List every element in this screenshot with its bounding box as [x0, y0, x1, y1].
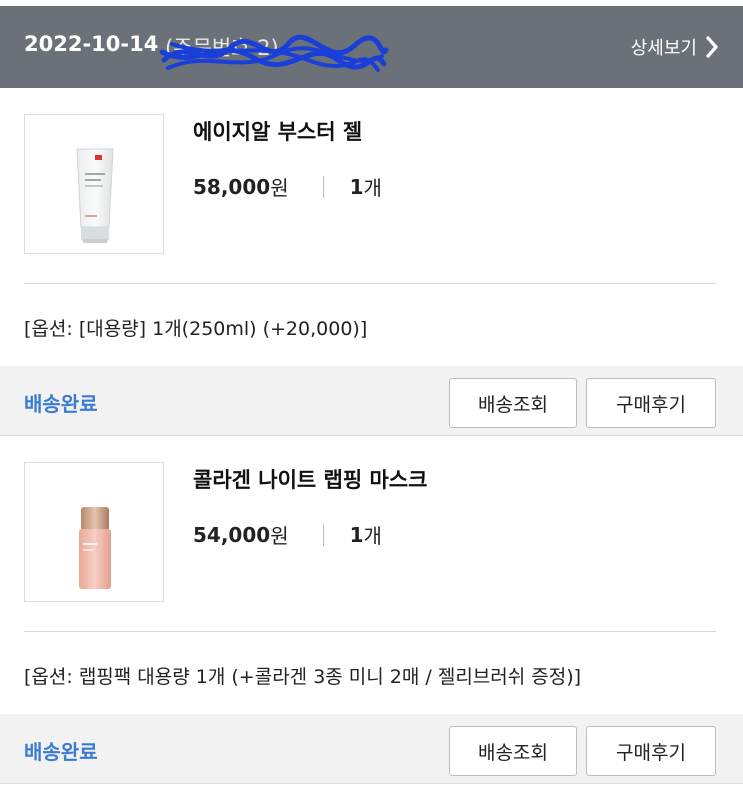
write-review-button[interactable]: 구매후기 — [586, 726, 716, 776]
product-price: 58,000 — [193, 174, 271, 199]
price-row: 58,000 원 1 개 — [193, 172, 382, 201]
bottle-product-image — [79, 507, 111, 589]
order-header: 2022-10-14 (주문번호 2) 상세보기 — [0, 0, 743, 88]
redaction-scribble — [159, 34, 389, 72]
detail-label: 상세보기 — [630, 38, 697, 59]
detail-link[interactable]: 상세보기 — [631, 34, 719, 60]
track-shipment-button[interactable]: 배송조회 — [449, 726, 577, 776]
order-item: 에이지알 부스터 젤 58,000 원 1 개 [옵션: [대용량] 1개(25… — [0, 88, 743, 436]
product-price: 54,000 — [193, 522, 271, 547]
product-option: [옵션: [대용량] 1개(250ml) (+20,000)] — [24, 318, 368, 340]
item-divider — [24, 631, 716, 632]
price-unit: 원 — [270, 524, 289, 548]
product-name[interactable]: 콜라겐 나이트 랩핑 마스크 — [193, 464, 427, 494]
price-separator — [322, 523, 324, 546]
delivery-status: 배송완료 — [24, 740, 98, 764]
status-bar: 배송완료 배송조회 구매후기 — [0, 366, 743, 436]
delivery-status: 배송완료 — [24, 392, 98, 416]
product-quantity: 1 — [349, 174, 364, 199]
product-quantity: 1 — [349, 522, 364, 547]
product-name[interactable]: 에이지알 부스터 젤 — [193, 116, 362, 146]
status-bar: 배송완료 배송조회 구매후기 — [0, 714, 743, 784]
track-shipment-button[interactable]: 배송조회 — [449, 378, 577, 428]
quantity-unit: 개 — [363, 524, 382, 548]
product-option: [옵션: 랩핑팩 대용량 1개 (+콜라겐 3종 미니 2매 / 젤리브러쉬 증… — [24, 666, 582, 688]
product-thumbnail[interactable] — [24, 114, 164, 254]
order-date: 2022-10-14 — [24, 32, 159, 56]
price-separator — [322, 175, 324, 198]
quantity-unit: 개 — [363, 176, 382, 200]
write-review-button[interactable]: 구매후기 — [586, 378, 716, 428]
price-row: 54,000 원 1 개 — [193, 520, 382, 549]
item-divider — [24, 283, 716, 284]
chevron-right-icon — [706, 36, 718, 58]
product-thumbnail[interactable] — [24, 462, 164, 602]
tube-product-image — [76, 148, 114, 243]
price-unit: 원 — [270, 176, 289, 200]
order-item: 콜라겐 나이트 랩핑 마스크 54,000 원 1 개 [옵션: 랩핑팩 대용량… — [0, 436, 743, 786]
